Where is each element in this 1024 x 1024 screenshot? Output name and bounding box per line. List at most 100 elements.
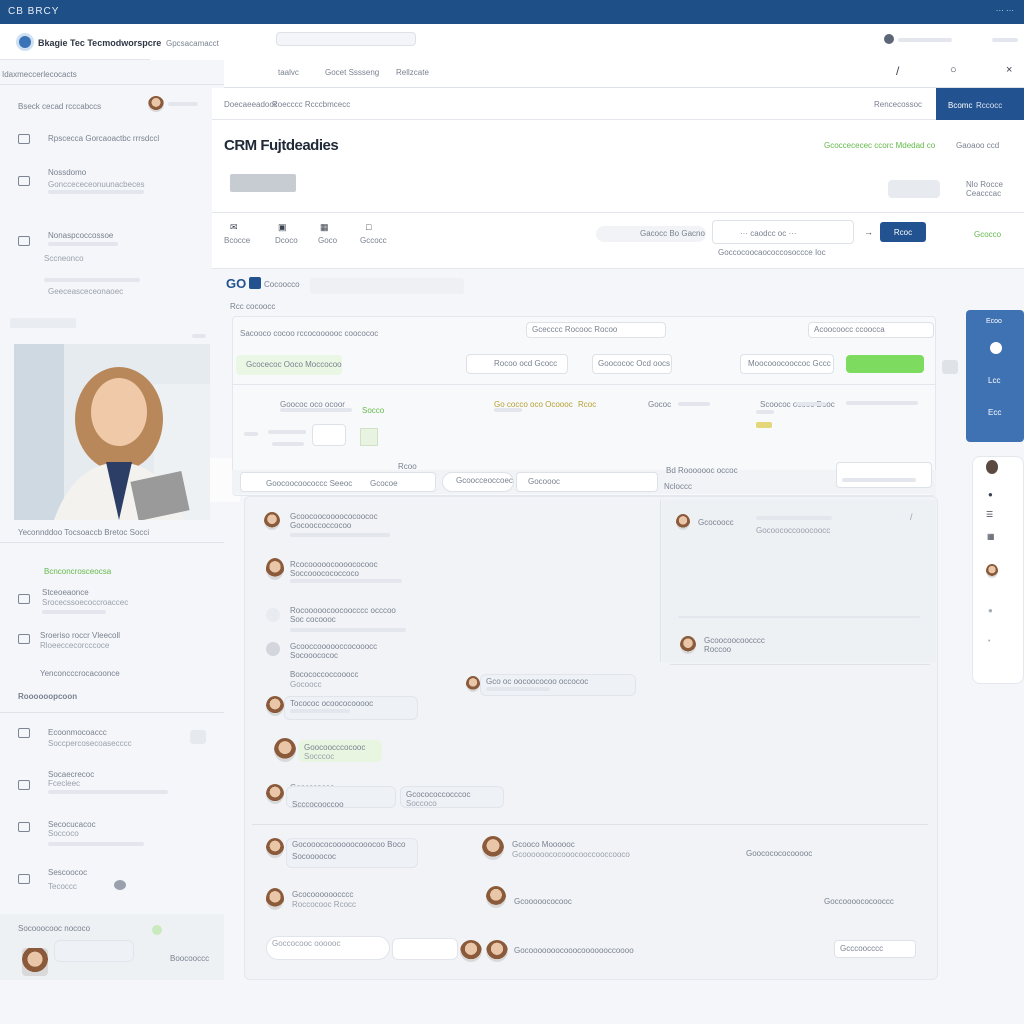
avatar[interactable]: [266, 838, 284, 858]
avatar[interactable]: [486, 940, 508, 962]
avatar[interactable]: [680, 636, 696, 654]
sidebar-item-label[interactable]: Rpscecca Gorcaoactbc rrrsdccl: [48, 134, 159, 143]
profile-icon[interactable]: [990, 342, 1002, 354]
green-link[interactable]: Bcnconcrosceocsa: [44, 567, 111, 576]
list-item-title[interactable]: Yenconcccrocacoonce: [40, 669, 120, 678]
avatar[interactable]: [676, 514, 690, 530]
table-cell-box[interactable]: [836, 462, 932, 488]
thumbnail[interactable]: [312, 424, 346, 446]
avatar[interactable]: [986, 460, 998, 474]
subnav-item-2[interactable]: Gocet Sssseng: [325, 68, 379, 77]
toggle-icon[interactable]: [190, 730, 206, 744]
avatar[interactable]: [264, 512, 280, 530]
list-item-title[interactable]: Secocucacoc: [48, 820, 96, 829]
list-item-title[interactable]: Sroeriso roccr Vleecoll: [40, 631, 120, 640]
global-search-input[interactable]: [276, 32, 416, 46]
notification-icon[interactable]: ○: [950, 64, 957, 76]
expand-icon[interactable]: [942, 360, 958, 374]
pin-icon[interactable]: ●: [988, 490, 993, 499]
primary-button[interactable]: Bcomc: [948, 101, 972, 110]
toolbar-label[interactable]: Dcoco: [275, 236, 298, 245]
close-icon[interactable]: ×: [1006, 64, 1012, 76]
app-logo-icon[interactable]: [16, 33, 34, 51]
secondary-button[interactable]: Rccocc: [976, 101, 1002, 110]
sidebar-top-label[interactable]: Idaxmeccerlecocacts: [2, 70, 77, 79]
quick-action-item[interactable]: Lcc: [988, 376, 1000, 385]
table-cell: Rocoo ocd Gcocc: [494, 359, 558, 368]
footer-bubble[interactable]: [54, 940, 134, 962]
filter-chip[interactable]: [230, 174, 296, 192]
toolbar-label[interactable]: Bcocce: [224, 236, 250, 245]
page-right-link[interactable]: Gaoaoo ccd: [956, 141, 999, 150]
go-button[interactable]: Rcoc: [880, 222, 926, 242]
list-icon[interactable]: ☰: [986, 510, 993, 519]
person-image: [14, 344, 210, 520]
user-icon[interactable]: [884, 34, 894, 44]
divider: [232, 384, 936, 385]
sidebar-chip[interactable]: [10, 318, 76, 328]
avatar[interactable]: [266, 696, 284, 716]
footer-meta: Boocooccc: [170, 954, 210, 963]
sidebar-user-label[interactable]: Bseck cecad rcccabccs: [18, 102, 101, 111]
toolbar-right-link[interactable]: Gcocco: [974, 230, 1001, 239]
header-right-link[interactable]: Rencecossoc: [874, 100, 922, 109]
table-header: Acoocoocc ccoocca: [814, 325, 885, 334]
breadcrumb-item[interactable]: Doecaeeadocc: [224, 100, 277, 109]
sidebar-item-sub-line: [48, 242, 118, 246]
more-icon[interactable]: •: [988, 638, 990, 645]
panel-search[interactable]: [310, 278, 464, 294]
table-cell-line: [678, 402, 710, 406]
quick-action-item[interactable]: Ecc: [988, 408, 1001, 417]
sidebar-item-sub: Gonccececeonuunacbeces: [48, 180, 145, 189]
avatar[interactable]: [266, 888, 284, 910]
settings-icon[interactable]: ●: [988, 606, 993, 615]
message-input-placeholder: Goccocooc oooooc: [272, 939, 341, 948]
toolbar-label[interactable]: Goco: [318, 236, 337, 245]
avatar[interactable]: [266, 784, 284, 804]
avatar[interactable]: [466, 676, 480, 692]
divider: [212, 268, 1024, 269]
chart-thumbnail-icon[interactable]: [360, 428, 378, 446]
subnav-item-1[interactable]: taalvc: [278, 68, 299, 77]
subnav-item-3[interactable]: Rellzcate: [396, 68, 429, 77]
avatar[interactable]: [22, 948, 48, 976]
avatar[interactable]: [148, 96, 164, 112]
avatar[interactable]: [460, 940, 482, 962]
attachment-icon[interactable]: [266, 642, 280, 656]
status-bar-green[interactable]: [846, 355, 924, 373]
sidebar-chip-meta: [192, 334, 206, 338]
edit-icon[interactable]: /: [910, 512, 913, 522]
mail-icon[interactable]: ✉: [230, 222, 238, 233]
divider: [0, 542, 224, 543]
chart-icon[interactable]: ▦: [320, 222, 329, 233]
avatar[interactable]: [486, 886, 506, 908]
message-line: [290, 579, 402, 583]
sidebar-item-sub: Geeceasceceonaoec: [48, 287, 124, 296]
edit-icon[interactable]: /: [896, 64, 899, 78]
list-item-title[interactable]: Ecoonmocoaccc: [48, 728, 107, 737]
account-link[interactable]: [992, 38, 1018, 42]
sidebar-item-label[interactable]: Nossdomo: [48, 168, 86, 177]
table-cell-line: [842, 478, 916, 482]
message-sender: Gocooooooocooocooooooccoooo: [514, 946, 634, 955]
message-sender: Gcoocoocoooococoococ: [290, 512, 378, 521]
list-item-title[interactable]: Sescoococ: [48, 868, 87, 877]
folder-icon[interactable]: ▣: [278, 222, 287, 233]
message-text: Soccoco: [406, 799, 437, 808]
avatar[interactable]: [266, 558, 284, 580]
top-bar-right[interactable]: ··· ···: [996, 6, 1014, 15]
status-toggle[interactable]: [888, 180, 940, 198]
toolbar-label[interactable]: Gccocc: [360, 236, 387, 245]
avatar[interactable]: [986, 564, 998, 578]
list-item-title[interactable]: Socaecrecoc: [48, 770, 94, 779]
avatar[interactable]: [274, 738, 296, 762]
breadcrumb-item[interactable]: Roecccc Rcccbmcecc: [272, 100, 350, 109]
avatar[interactable]: [482, 836, 504, 860]
attach-button[interactable]: [392, 938, 458, 960]
grid-icon[interactable]: ▦: [987, 532, 995, 541]
app-section[interactable]: Gpcsacamacct: [166, 39, 219, 48]
divider: [0, 712, 224, 713]
doc-icon[interactable]: □: [366, 222, 371, 232]
list-item-title[interactable]: Stceoeaonce: [42, 588, 89, 597]
sidebar-item-label[interactable]: Nonaspcoccossoe: [48, 231, 113, 240]
